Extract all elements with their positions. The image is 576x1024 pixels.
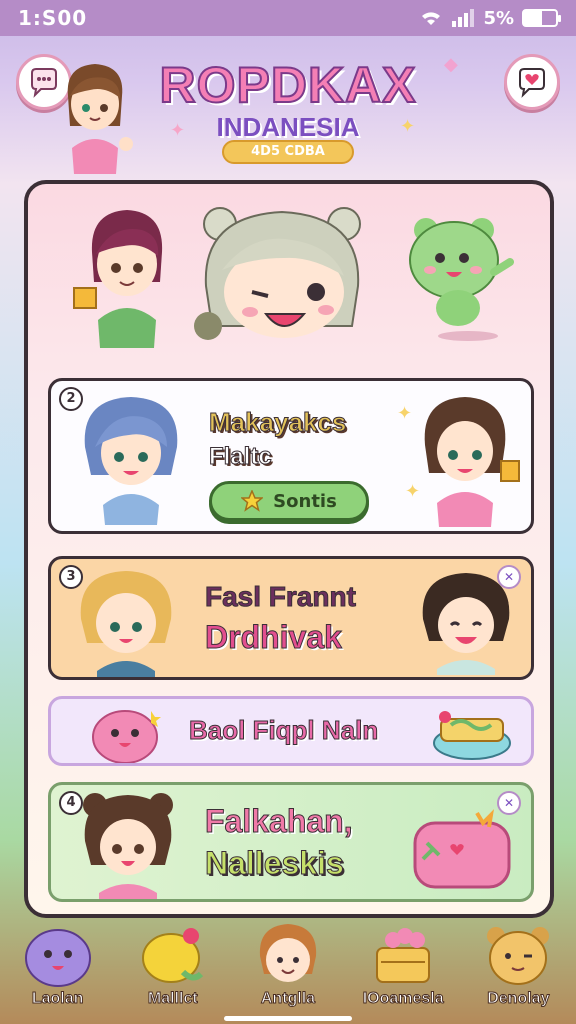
app-logo-title: ROPDKAX [158,56,417,114]
sparkle-icon: ✦ [170,120,186,141]
nav-item-1[interactable]: Malllct [123,922,223,1008]
feature-card-4[interactable]: 4 ✕ Falkahan, Nalleskis [48,782,534,902]
nav-label: Malllct [147,990,198,1008]
card-1-title: Makayakcs [208,407,347,438]
sparkle-icon: ✦ [397,403,413,424]
nav-item-0[interactable]: Laolan [8,922,108,1008]
nav-item-4[interactable]: Denolay [468,922,568,1008]
bottom-navigation: Laolan Malllct Antglla IOoamesla Denolay [0,918,576,1024]
home-indicator[interactable] [224,1016,352,1021]
character-green-blob[interactable] [398,212,518,342]
character-pink-blob [92,710,161,763]
status-bar: 1:S00 5% [0,0,576,36]
gift-basket-icon [376,928,431,983]
card-3-title: Baol Fiqpl Naln [188,715,379,746]
nav-label: Laolan [31,990,84,1008]
card-1-action-button[interactable]: Sontis [209,481,369,521]
card-1-subtitle: Flaltc [209,443,273,471]
nav-item-3[interactable]: IOoamesla [353,922,453,1008]
food-bowl-icon [433,711,511,760]
card-2-title: Fasl Frannt [205,581,357,613]
kite-icon: ◆ [444,54,458,75]
pink-purse-icon [413,809,511,889]
status-time: 1:S00 [18,6,88,30]
character-dark-hair [422,573,510,675]
feature-card-2[interactable]: 3 ✕ Fasl Frannt Drdhivak [48,556,534,680]
character-purple-hair[interactable] [72,202,182,352]
battery-icon [522,9,561,27]
sparkle-icon: ✦ [405,481,421,502]
sparkle-icon: ✦ [400,116,416,137]
star-icon [241,490,264,512]
nav-item-2[interactable]: Antglla [238,922,338,1008]
battery-text: 5% [483,7,514,29]
wifi-icon [422,12,441,25]
character-bear-ears-girl [83,793,173,899]
bear-avatar-icon [487,927,550,985]
character-blue-hair [84,397,178,525]
card-2-subtitle: Drdhivak [205,619,343,656]
status-icons: 5% [419,7,561,29]
feature-card-1[interactable]: 2 Makayakcs Flaltc Sontis ✦ ✦ [48,378,534,534]
feature-card-3[interactable]: Baol Fiqpl Naln [48,696,534,766]
card-1-button-label: Sontis [273,490,337,512]
main-panel: 2 Makayakcs Flaltc Sontis ✦ ✦ 3 ✕ Fasl F… [24,180,554,918]
favorites-button[interactable] [504,54,560,110]
heart-message-icon [519,68,545,98]
purple-blob-icon [24,929,91,987]
header-character [67,64,133,174]
signal-icon [452,9,475,27]
nav-label: Denolay [487,990,550,1008]
character-blonde [80,571,172,677]
card-4-subtitle: Nalleskis [205,845,345,882]
character-brown-hair-girl [424,397,520,527]
girl-avatar-icon [259,924,317,982]
app-header: ROPDKAX INDANESIA 4D5 CDBA ✦ ✦ ◆ [0,36,576,186]
nav-label: Antglla [260,990,316,1008]
logo-badge: 4D5 CDBA [222,140,354,164]
nav-label: IOoamesla [362,990,444,1008]
character-main-face[interactable] [192,196,372,346]
lemon-icon [141,928,203,983]
card-4-title: Falkahan, [205,803,354,840]
app-logo-subtitle: INDANESIA [216,112,360,142]
hero-characters [28,184,550,364]
